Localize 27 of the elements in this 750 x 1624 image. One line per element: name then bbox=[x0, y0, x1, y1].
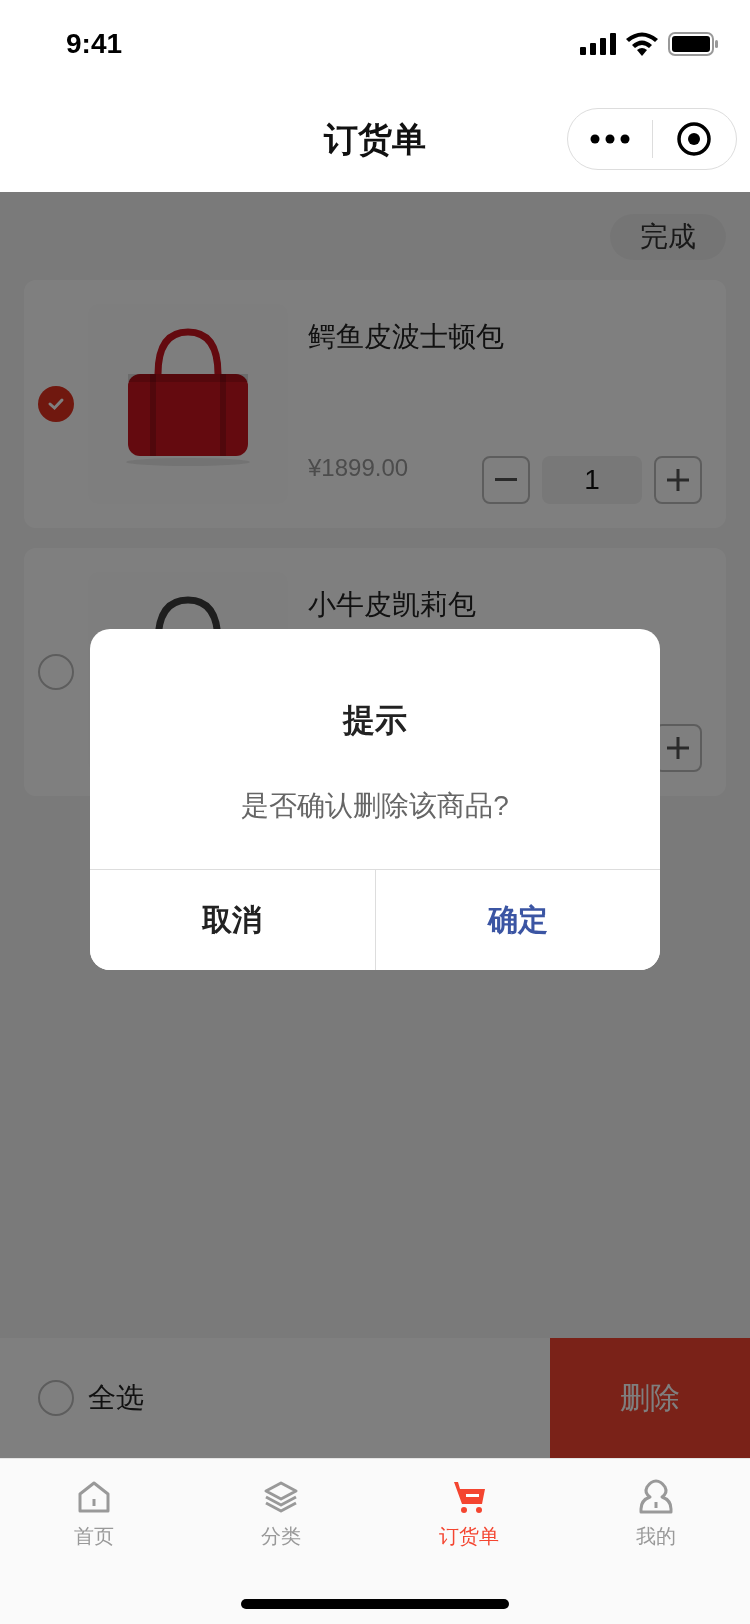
page-title: 订货单 bbox=[324, 119, 426, 160]
wifi-icon bbox=[626, 32, 658, 56]
user-icon bbox=[638, 1478, 675, 1515]
quantity-field[interactable]: 1 bbox=[542, 456, 642, 504]
checkbox[interactable] bbox=[38, 386, 74, 422]
checkbox[interactable] bbox=[38, 654, 74, 690]
delete-button[interactable]: 删除 bbox=[550, 1338, 750, 1458]
minus-icon bbox=[495, 478, 517, 482]
select-all-label[interactable]: 全选 bbox=[88, 1379, 144, 1417]
confirm-button[interactable]: 确定 bbox=[374, 870, 660, 970]
plus-icon bbox=[667, 469, 689, 491]
decrease-button[interactable] bbox=[482, 456, 530, 504]
dialog-title: 提示 bbox=[341, 701, 408, 740]
done-button[interactable]: 完成 bbox=[610, 214, 726, 260]
status-time: 9:41 bbox=[66, 28, 123, 60]
tab-item[interactable]: 订货单 bbox=[375, 1459, 563, 1569]
checkbox[interactable] bbox=[38, 1380, 74, 1416]
battery-icon bbox=[668, 32, 718, 56]
plus-icon bbox=[667, 737, 689, 759]
tab-item[interactable]: 我的 bbox=[562, 1459, 750, 1569]
more-icon[interactable] bbox=[589, 134, 630, 144]
tab-item[interactable]: 首页 bbox=[0, 1459, 188, 1569]
tab-item[interactable]: 分类 bbox=[187, 1459, 375, 1569]
dialog-message: 是否确认删除该商品? bbox=[240, 789, 510, 823]
product-name: 鳄鱼皮波士顿包 bbox=[308, 320, 505, 354]
product-name: 小牛皮凯莉包 bbox=[308, 588, 477, 622]
signal-icon bbox=[580, 33, 616, 55]
